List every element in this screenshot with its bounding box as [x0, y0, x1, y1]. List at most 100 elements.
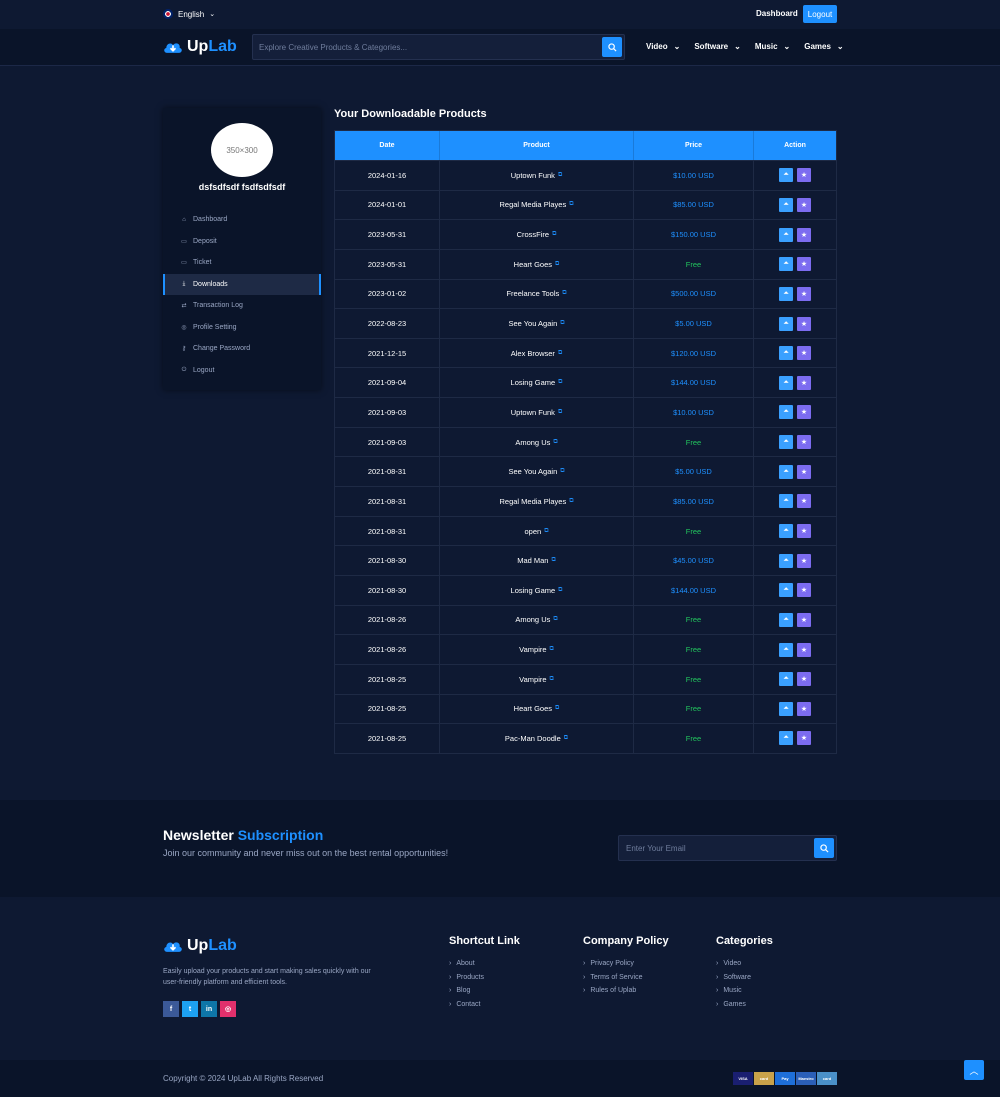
footer-logo[interactable]: UpLab	[163, 937, 237, 955]
review-button[interactable]: ★	[797, 435, 811, 450]
nav-item-games[interactable]: Games ⌄	[804, 42, 843, 51]
download-button[interactable]: ⏶	[779, 168, 793, 183]
download-button[interactable]: ⏶	[779, 257, 793, 272]
footer-link-games[interactable]: › Games	[716, 998, 773, 1012]
download-button[interactable]: ⏶	[779, 286, 793, 301]
scroll-to-top-button[interactable]: ︿	[964, 1060, 984, 1080]
review-button[interactable]: ★	[797, 257, 811, 272]
product-link[interactable]: Pac-Man Doodle	[505, 734, 561, 743]
download-button[interactable]: ⏶	[779, 731, 793, 746]
footer-link-blog[interactable]: › Blog	[449, 984, 520, 998]
instagram-icon[interactable]: ◎	[220, 1001, 236, 1017]
product-link[interactable]: Uptown Funk	[511, 171, 555, 180]
external-link-icon[interactable]: ⧉	[558, 379, 562, 386]
sidebar-item-deposit[interactable]: ▭ Deposit	[163, 231, 321, 253]
product-link[interactable]: Freelance Tools	[506, 289, 559, 298]
external-link-icon[interactable]: ⧉	[560, 468, 564, 475]
product-link[interactable]: Heart Goes	[514, 704, 552, 713]
email-field[interactable]: Enter Your Email	[626, 844, 686, 853]
twitter-icon[interactable]: t	[182, 1001, 198, 1017]
dashboard-link[interactable]: Dashboard	[756, 9, 798, 18]
external-link-icon[interactable]: ⧉	[550, 676, 554, 683]
external-link-icon[interactable]: ⧉	[562, 290, 566, 297]
review-button[interactable]: ★	[797, 405, 811, 420]
download-button[interactable]: ⏶	[779, 316, 793, 331]
review-button[interactable]: ★	[797, 494, 811, 509]
review-button[interactable]: ★	[797, 583, 811, 598]
linkedin-icon[interactable]: in	[201, 1001, 217, 1017]
review-button[interactable]: ★	[797, 316, 811, 331]
download-button[interactable]: ⏶	[779, 524, 793, 538]
footer-link-rules[interactable]: › Rules of Uplab	[583, 984, 669, 998]
product-link[interactable]: Among Us	[515, 615, 550, 624]
download-button[interactable]: ⏶	[779, 464, 793, 479]
product-link[interactable]: Vampire	[519, 645, 546, 654]
review-button[interactable]: ★	[797, 375, 811, 390]
review-button[interactable]: ★	[797, 553, 811, 568]
review-button[interactable]: ★	[797, 701, 811, 716]
sidebar-item-downloads[interactable]: ⤓ Downloads	[163, 273, 321, 295]
review-button[interactable]: ★	[797, 672, 811, 687]
product-link[interactable]: Vampire	[519, 675, 546, 684]
download-button[interactable]: ⏶	[779, 612, 793, 627]
download-button[interactable]: ⏶	[779, 227, 793, 242]
download-button[interactable]: ⏶	[779, 672, 793, 687]
nav-item-video[interactable]: Video ⌄	[646, 42, 680, 51]
nav-item-music[interactable]: Music ⌄	[755, 42, 790, 51]
review-button[interactable]: ★	[797, 612, 811, 627]
sidebar-item-logout[interactable]: ⏻ Logout	[163, 360, 321, 382]
review-button[interactable]: ★	[797, 464, 811, 479]
external-link-icon[interactable]: ⧉	[552, 231, 556, 238]
external-link-icon[interactable]: ⧉	[569, 201, 573, 208]
review-button[interactable]: ★	[797, 197, 811, 212]
product-link[interactable]: Heart Goes	[514, 260, 552, 269]
product-link[interactable]: Uptown Funk	[511, 408, 555, 417]
download-button[interactable]: ⏶	[779, 553, 793, 568]
external-link-icon[interactable]: ⧉	[558, 587, 562, 594]
product-link[interactable]: Losing Game	[511, 378, 556, 387]
sidebar-item-dashboard[interactable]: ⌂ Dashboard	[163, 209, 321, 231]
footer-link-video[interactable]: › Video	[716, 957, 773, 971]
search-bar[interactable]: Explore Creative Products & Categories..…	[252, 34, 625, 60]
download-button[interactable]: ⏶	[779, 583, 793, 598]
review-button[interactable]: ★	[797, 168, 811, 183]
external-link-icon[interactable]: ⧉	[560, 320, 564, 327]
footer-link-products[interactable]: › Products	[449, 971, 520, 985]
external-link-icon[interactable]: ⧉	[569, 498, 573, 505]
review-button[interactable]: ★	[797, 346, 811, 361]
footer-link-terms[interactable]: › Terms of Service	[583, 971, 669, 985]
download-button[interactable]: ⏶	[779, 435, 793, 450]
product-link[interactable]: Mad Man	[517, 556, 548, 565]
sidebar-item-profile-setting[interactable]: ◎ Profile Setting	[163, 317, 321, 339]
review-button[interactable]: ★	[797, 642, 811, 657]
product-link[interactable]: Among Us	[515, 438, 550, 447]
review-button[interactable]: ★	[797, 227, 811, 242]
external-link-icon[interactable]: ⧉	[553, 439, 557, 446]
review-button[interactable]: ★	[797, 731, 811, 746]
external-link-icon[interactable]: ⧉	[551, 557, 555, 564]
external-link-icon[interactable]: ⧉	[544, 528, 548, 535]
download-button[interactable]: ⏶	[779, 197, 793, 212]
external-link-icon[interactable]: ⧉	[558, 350, 562, 357]
download-button[interactable]: ⏶	[779, 405, 793, 420]
product-link[interactable]: See You Again	[508, 467, 557, 476]
product-link[interactable]: open	[525, 527, 542, 536]
download-button[interactable]: ⏶	[779, 642, 793, 657]
download-button[interactable]: ⏶	[779, 701, 793, 716]
facebook-icon[interactable]: f	[163, 1001, 179, 1017]
external-link-icon[interactable]: ⧉	[558, 409, 562, 416]
footer-link-about[interactable]: › About	[449, 957, 520, 971]
external-link-icon[interactable]: ⧉	[555, 705, 559, 712]
external-link-icon[interactable]: ⧉	[558, 172, 562, 179]
product-link[interactable]: Regal Media Playes	[500, 200, 567, 209]
download-button[interactable]: ⏶	[779, 346, 793, 361]
footer-link-contact[interactable]: › Contact	[449, 998, 520, 1012]
search-button[interactable]	[602, 37, 622, 57]
footer-link-software[interactable]: › Software	[716, 971, 773, 985]
search-input[interactable]: Explore Creative Products & Categories..…	[259, 43, 407, 52]
product-link[interactable]: Alex Browser	[511, 349, 555, 358]
product-link[interactable]: Regal Media Playes	[500, 497, 567, 506]
footer-link-music[interactable]: › Music	[716, 984, 773, 998]
logo[interactable]: UpLab	[163, 38, 237, 56]
product-link[interactable]: Losing Game	[511, 586, 556, 595]
